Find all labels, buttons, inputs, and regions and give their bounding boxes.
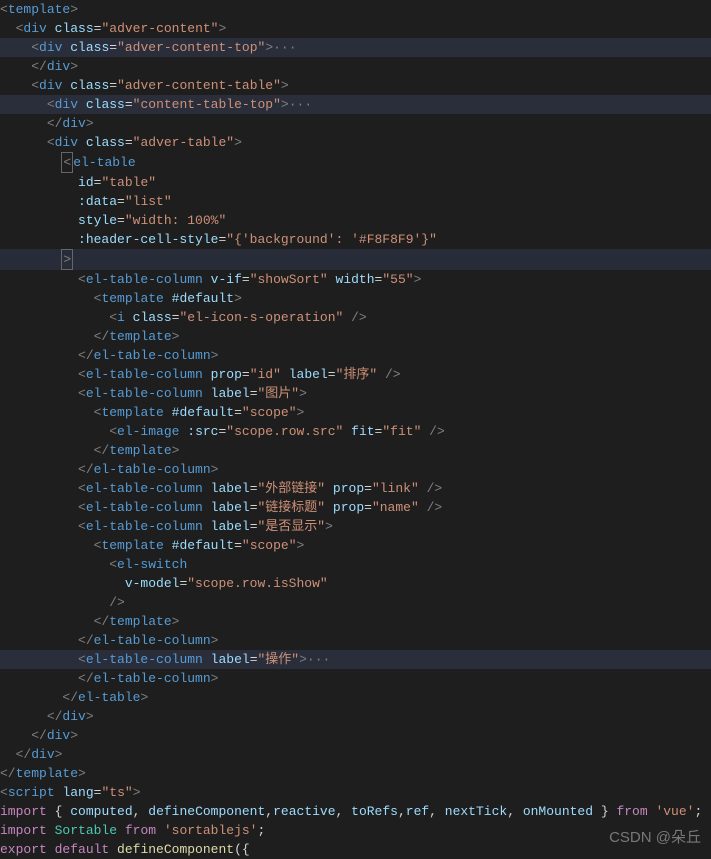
code-line[interactable]: </template> bbox=[0, 441, 711, 460]
code-line[interactable]: <el-table-column label="外部链接" prop="link… bbox=[0, 479, 711, 498]
code-line[interactable]: <script lang="ts"> bbox=[0, 783, 711, 802]
fold-indicator[interactable]: ··· bbox=[307, 652, 330, 667]
code-line[interactable]: style="width: 100%" bbox=[0, 211, 711, 230]
cursor-bracket: < bbox=[61, 152, 73, 173]
code-line-current[interactable]: > bbox=[0, 249, 711, 270]
cursor-bracket: > bbox=[61, 249, 73, 270]
code-line[interactable]: </el-table-column> bbox=[0, 460, 711, 479]
code-line[interactable]: /> bbox=[0, 593, 711, 612]
code-line[interactable]: :data="list" bbox=[0, 192, 711, 211]
code-line[interactable]: </div> bbox=[0, 745, 711, 764]
bracket-open: < bbox=[0, 2, 8, 17]
fold-indicator[interactable]: ··· bbox=[289, 97, 312, 112]
tag-name: template bbox=[8, 2, 70, 17]
code-line[interactable]: </div> bbox=[0, 57, 711, 76]
code-editor[interactable]: <template> <div class="adver-content"> <… bbox=[0, 0, 711, 859]
code-line[interactable]: </el-table-column> bbox=[0, 631, 711, 650]
code-line[interactable]: </div> bbox=[0, 726, 711, 745]
code-line[interactable]: v-model="scope.row.isShow" bbox=[0, 574, 711, 593]
code-line[interactable]: <template> bbox=[0, 0, 711, 19]
fold-indicator[interactable]: ··· bbox=[273, 40, 296, 55]
code-line[interactable]: <div class="adver-content-table"> bbox=[0, 76, 711, 95]
code-line[interactable]: <template #default> bbox=[0, 289, 711, 308]
code-line[interactable]: </el-table-column> bbox=[0, 669, 711, 688]
code-line[interactable]: <el-switch bbox=[0, 555, 711, 574]
code-line[interactable]: <i class="el-icon-s-operation" /> bbox=[0, 308, 711, 327]
code-line[interactable]: <div class="adver-table"> bbox=[0, 133, 711, 152]
code-line[interactable]: id="table" bbox=[0, 173, 711, 192]
code-line[interactable]: export default defineComponent({ bbox=[0, 840, 711, 859]
code-line[interactable]: </el-table> bbox=[0, 688, 711, 707]
code-line[interactable]: </div> bbox=[0, 707, 711, 726]
code-line[interactable]: <el-table-column label="链接标题" prop="name… bbox=[0, 498, 711, 517]
code-line[interactable]: <el-table bbox=[0, 152, 711, 173]
code-line[interactable]: <el-table-column label="是否显示"> bbox=[0, 517, 711, 536]
code-line[interactable]: </template> bbox=[0, 327, 711, 346]
code-line-folded[interactable]: <el-table-column label="操作">··· bbox=[0, 650, 711, 669]
code-line[interactable]: </template> bbox=[0, 764, 711, 783]
code-line-folded[interactable]: <div class="adver-content-top">··· bbox=[0, 38, 711, 57]
code-line[interactable]: <el-table-column prop="id" label="排序" /> bbox=[0, 365, 711, 384]
code-line[interactable]: <el-image :src="scope.row.src" fit="fit"… bbox=[0, 422, 711, 441]
code-line[interactable]: :header-cell-style="{'background': '#F8F… bbox=[0, 230, 711, 249]
code-line[interactable]: </el-table-column> bbox=[0, 346, 711, 365]
code-line[interactable]: <el-table-column label="图片"> bbox=[0, 384, 711, 403]
code-line[interactable]: <div class="adver-content"> bbox=[0, 19, 711, 38]
code-line-folded[interactable]: <div class="content-table-top">··· bbox=[0, 95, 711, 114]
code-line[interactable]: <el-table-column v-if="showSort" width="… bbox=[0, 270, 711, 289]
code-line[interactable]: </template> bbox=[0, 612, 711, 631]
code-line[interactable]: import Sortable from 'sortablejs'; bbox=[0, 821, 711, 840]
code-line[interactable]: import { computed, defineComponent,react… bbox=[0, 802, 711, 821]
code-line[interactable]: <template #default="scope"> bbox=[0, 536, 711, 555]
code-line[interactable]: <template #default="scope"> bbox=[0, 403, 711, 422]
code-line[interactable]: </div> bbox=[0, 114, 711, 133]
